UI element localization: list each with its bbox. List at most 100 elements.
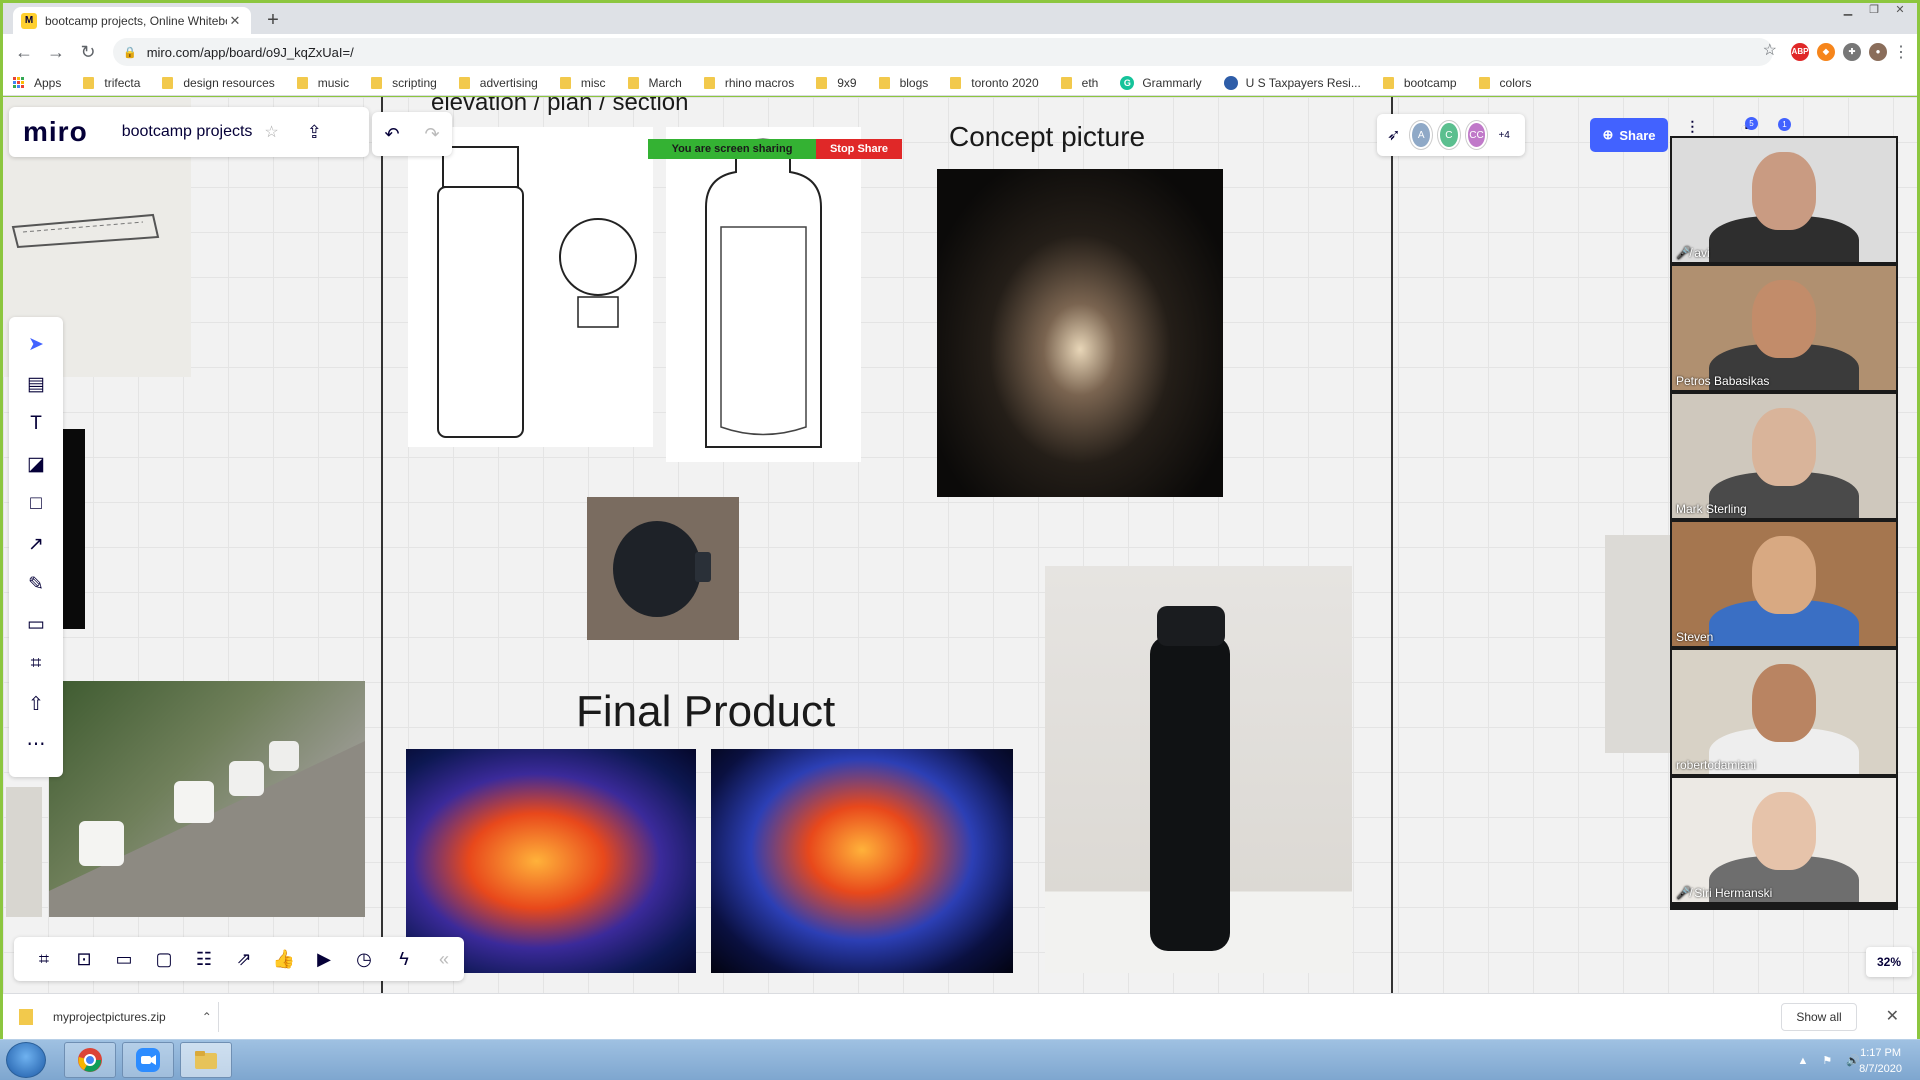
share-button[interactable]: ⊕ Share bbox=[1590, 118, 1668, 152]
show-all-button[interactable]: Show all bbox=[1781, 1003, 1857, 1031]
extensions-puzzle-icon[interactable]: ✚ bbox=[1843, 43, 1861, 61]
kanban-icon[interactable]: ☷ bbox=[184, 949, 224, 970]
zoom-taskbar-button[interactable] bbox=[122, 1042, 174, 1078]
favorite-star-icon[interactable]: ☆ bbox=[264, 122, 278, 142]
explorer-taskbar-button[interactable] bbox=[180, 1042, 232, 1078]
bookmark-folder[interactable]: advertising bbox=[458, 76, 538, 90]
participant-video-tile[interactable]: Petros Babasikas bbox=[1672, 266, 1896, 390]
miro-logo[interactable]: miro bbox=[23, 116, 88, 148]
close-tab-icon[interactable]: ✕ bbox=[227, 13, 243, 29]
timer-icon[interactable]: ◷ bbox=[344, 949, 384, 970]
browser-tab[interactable]: M bootcamp projects, Online Whiteboard ✕ bbox=[13, 7, 251, 34]
select-tool-icon[interactable]: ➤ bbox=[21, 329, 51, 359]
frames-icon[interactable]: ⌗ bbox=[24, 949, 64, 970]
participant-video-tile[interactable]: robertodamiani bbox=[1672, 650, 1896, 774]
more-tools-icon[interactable]: ⋯ bbox=[21, 729, 51, 759]
bookmark-folder[interactable]: music bbox=[296, 76, 349, 90]
section-sketch[interactable] bbox=[666, 127, 861, 462]
bookmark-folder[interactable]: bootcamp bbox=[1382, 76, 1457, 90]
close-window-icon[interactable]: ✕ bbox=[1889, 3, 1911, 17]
undo-icon[interactable]: ↶ bbox=[384, 124, 399, 145]
bookmark-folder[interactable]: eth bbox=[1060, 76, 1098, 90]
screen-sharing-indicator[interactable]: You are screen sharing bbox=[648, 139, 816, 159]
pen-tool-icon[interactable]: ✎ bbox=[21, 569, 51, 599]
adblock-extension-icon[interactable]: ABP bbox=[1791, 43, 1809, 61]
bookmark-folder[interactable]: blogs bbox=[878, 76, 928, 90]
participant-video-tile[interactable]: 🎤̸ avi bbox=[1672, 138, 1896, 262]
bookmark-folder[interactable]: design resources bbox=[162, 76, 275, 90]
collaborator-avatar[interactable]: C bbox=[1438, 121, 1460, 149]
miro-board-canvas[interactable]: elevation / plan / section Concept pictu… bbox=[3, 97, 1917, 993]
upload-icon[interactable]: ⇧ bbox=[21, 689, 51, 719]
bookmark-folder[interactable]: misc bbox=[559, 76, 606, 90]
bookmark-folder[interactable]: trifecta bbox=[83, 76, 140, 90]
cards-icon[interactable]: ▢ bbox=[144, 949, 184, 970]
bookmark-irs[interactable]: U S Taxpayers Resi... bbox=[1223, 75, 1361, 90]
tray-expand-icon[interactable]: ▲ bbox=[1798, 1055, 1809, 1067]
bookmark-folder[interactable]: March bbox=[627, 76, 682, 90]
frame-divider bbox=[381, 97, 383, 993]
bookmark-folder[interactable]: colors bbox=[1478, 76, 1532, 90]
dark-image[interactable] bbox=[63, 429, 85, 629]
chevron-up-icon[interactable]: ⌃ bbox=[202, 1010, 212, 1024]
presentation-icon[interactable]: ⊡ bbox=[64, 949, 104, 970]
action-center-icon[interactable]: ⚑ bbox=[1822, 1054, 1832, 1067]
address-bar[interactable]: 🔒 miro.com/app/board/o9J_kqZxUaI=/ bbox=[113, 38, 1773, 66]
bookmark-folder[interactable]: toronto 2020 bbox=[950, 76, 1039, 90]
elevation-sketch[interactable] bbox=[408, 127, 653, 447]
zoom-level-indicator[interactable]: 32% bbox=[1866, 947, 1912, 977]
redo-icon[interactable]: ↷ bbox=[424, 124, 439, 145]
connection-line-icon[interactable]: ↗ bbox=[21, 529, 51, 559]
bookmark-folder[interactable]: 9x9 bbox=[816, 76, 857, 90]
video-chat-icon[interactable]: ▶ bbox=[304, 949, 344, 970]
cursor-follow-icon[interactable]: ➶ bbox=[1387, 125, 1400, 145]
collaborator-avatar[interactable]: CC bbox=[1465, 121, 1488, 149]
start-button[interactable] bbox=[6, 1042, 46, 1078]
templates-icon[interactable]: ▤ bbox=[21, 369, 51, 399]
back-icon[interactable]: ← bbox=[11, 39, 37, 65]
more-collaborators-badge[interactable]: +4 bbox=[1493, 121, 1515, 149]
collapse-toolbar-icon[interactable]: « bbox=[424, 949, 464, 970]
concept-picture-image[interactable] bbox=[937, 169, 1223, 497]
participant-video-tile[interactable]: Mark Sterling bbox=[1672, 394, 1896, 518]
profile-avatar[interactable]: ● bbox=[1869, 43, 1887, 61]
collaborator-avatar[interactable]: A bbox=[1410, 121, 1433, 149]
integrations-icon[interactable]: ϟ bbox=[384, 949, 424, 970]
stop-share-button[interactable]: Stop Share bbox=[816, 139, 902, 159]
volume-icon[interactable]: 🔊 bbox=[1846, 1054, 1860, 1067]
folder-icon bbox=[1382, 76, 1394, 89]
export-icon[interactable]: ⇪ bbox=[307, 122, 322, 143]
shape-tool-icon[interactable]: □ bbox=[21, 489, 51, 519]
board-name[interactable]: bootcamp projects bbox=[122, 123, 253, 141]
lid-photo[interactable] bbox=[587, 497, 739, 640]
final-product-photo-2[interactable] bbox=[711, 749, 1013, 973]
reload-icon[interactable]: ↻ bbox=[75, 39, 101, 65]
frame-tool-icon[interactable]: ⌗ bbox=[21, 649, 51, 679]
bookmark-folder[interactable]: rhino macros bbox=[703, 76, 794, 90]
sticky-note-icon[interactable]: ◪ bbox=[21, 449, 51, 479]
cropped-photo[interactable] bbox=[6, 787, 42, 917]
restore-icon[interactable]: ❐ bbox=[1863, 3, 1885, 17]
black-bottle-photo[interactable] bbox=[1045, 566, 1352, 973]
bookmark-folder[interactable]: scripting bbox=[371, 76, 437, 90]
system-clock[interactable]: 1:17 PM 8/7/2020 bbox=[1859, 1045, 1902, 1077]
browser-menu-icon[interactable]: ⋮ bbox=[1893, 42, 1909, 62]
download-item[interactable]: myprojectpictures.zip ⌃ bbox=[19, 1002, 219, 1032]
close-download-bar-icon[interactable]: ✕ bbox=[1886, 1006, 1899, 1026]
screen-share-icon[interactable]: ⇗ bbox=[224, 949, 264, 970]
bookmark-grammarly[interactable]: G Grammarly bbox=[1120, 75, 1202, 90]
forward-icon[interactable]: → bbox=[43, 39, 69, 65]
bookmark-star-icon[interactable]: ☆ bbox=[1763, 40, 1777, 60]
new-tab-button[interactable]: + bbox=[261, 9, 285, 32]
comments-icon[interactable]: ▭ bbox=[104, 949, 144, 970]
chrome-taskbar-button[interactable] bbox=[64, 1042, 116, 1078]
metamask-extension-icon[interactable]: ◆ bbox=[1817, 43, 1835, 61]
text-tool-icon[interactable]: T bbox=[21, 409, 51, 439]
participant-video-tile[interactable]: Steven bbox=[1672, 522, 1896, 646]
minimize-icon[interactable]: ▁ bbox=[1837, 3, 1859, 17]
bookmark-apps[interactable]: Apps bbox=[13, 76, 61, 90]
participant-video-tile[interactable]: 🎤̸ Siri Hermanski bbox=[1672, 778, 1896, 902]
comment-icon[interactable]: ▭ bbox=[21, 609, 51, 639]
plaster-models-photo[interactable] bbox=[49, 681, 365, 917]
voting-icon[interactable]: 👍 bbox=[264, 949, 304, 970]
